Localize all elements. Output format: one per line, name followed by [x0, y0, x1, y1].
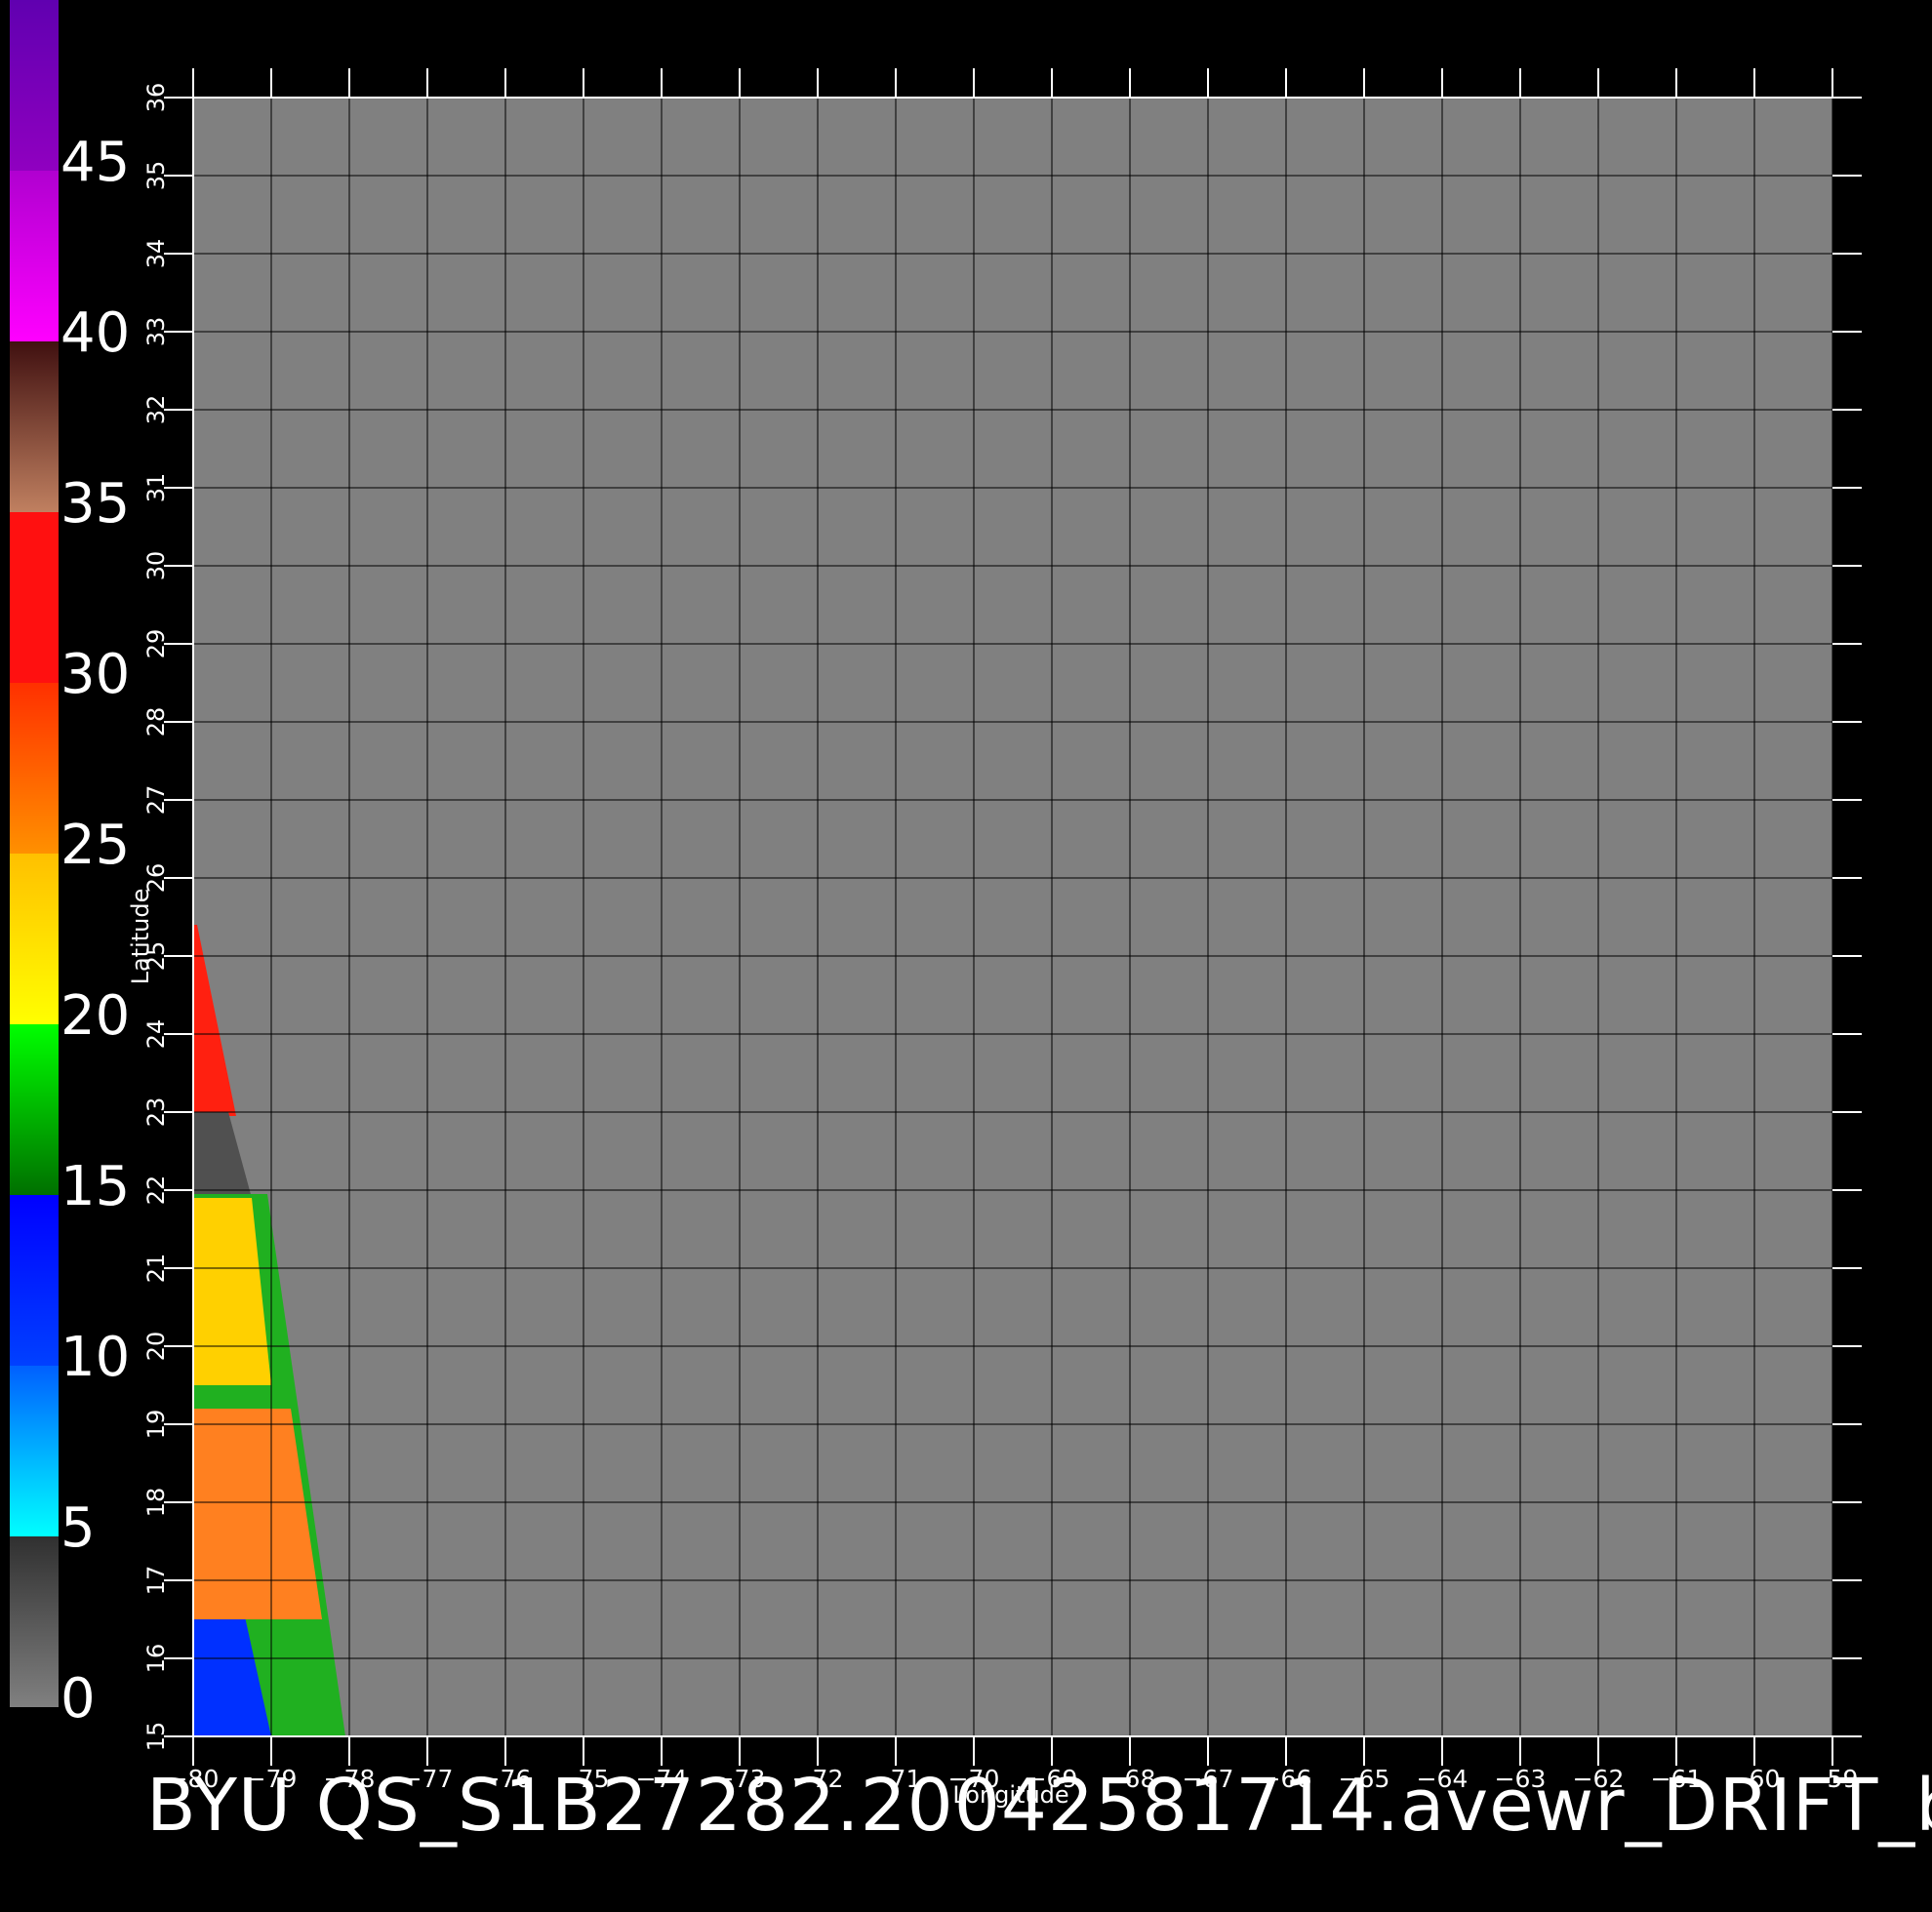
lat-tick-label: 17	[142, 1566, 170, 1596]
colorbar-label: 20	[60, 984, 130, 1048]
plot-area	[193, 98, 1832, 1736]
lat-tick-label: 18	[142, 1488, 170, 1518]
lat-tick-label: 31	[142, 473, 170, 503]
colorbar	[10, 0, 59, 1707]
colorbar-segment	[10, 1366, 59, 1536]
colorbar-segment	[10, 171, 59, 341]
colorbar-segment	[10, 1024, 59, 1195]
wind-map: 051015202530354045 −80 −79 −78 −77 −76 −75 −74…	[0, 0, 1932, 1912]
colorbar-label: 0	[60, 1667, 96, 1731]
lat-tick-label: 20	[142, 1332, 170, 1362]
colorbar-segment	[10, 683, 59, 854]
image-title: BYU QS_S1B27282.20042581714.avewr_DRIFT_…	[146, 1764, 1932, 1848]
lat-tick-label: 33	[142, 317, 170, 347]
colorbar-label: 25	[60, 814, 130, 877]
lat-tick-label: 36	[142, 83, 170, 113]
colorbar-label: 15	[60, 1155, 130, 1218]
lat-tick-label: 34	[142, 239, 170, 269]
colorbar-segment	[10, 0, 59, 171]
lat-tick-label: 28	[142, 707, 170, 737]
lat-tick-label: 24	[142, 1019, 170, 1050]
lat-tick-label: 23	[142, 1097, 170, 1128]
lat-tick-label: 19	[142, 1410, 170, 1440]
colorbar-label: 35	[60, 472, 130, 536]
colorbar-segment	[10, 1536, 59, 1707]
lat-tick-label: 27	[142, 785, 170, 816]
colorbar-label: 45	[60, 131, 130, 194]
lat-tick-label: 30	[142, 551, 170, 581]
colorbar-label: 40	[60, 301, 130, 365]
colorbar-segment	[10, 854, 59, 1024]
colorbar-label: 5	[60, 1496, 96, 1560]
colorbar-segment	[10, 341, 59, 512]
lat-tick-label: 16	[142, 1644, 170, 1674]
colorbar-label: 30	[60, 643, 130, 706]
lat-tick-label: 21	[142, 1254, 170, 1284]
colorbar-label: 10	[60, 1326, 130, 1389]
colorbar-segment	[10, 1195, 59, 1366]
lat-tick-label: 22	[142, 1175, 170, 1206]
lat-tick-label: 15	[142, 1722, 170, 1752]
lat-tick-label: 32	[142, 395, 170, 425]
colorbar-segment	[10, 512, 59, 683]
lat-tick-label: 29	[142, 629, 170, 659]
lat-tick-label: 35	[142, 161, 170, 191]
y-axis-label: Latitude	[127, 889, 154, 985]
